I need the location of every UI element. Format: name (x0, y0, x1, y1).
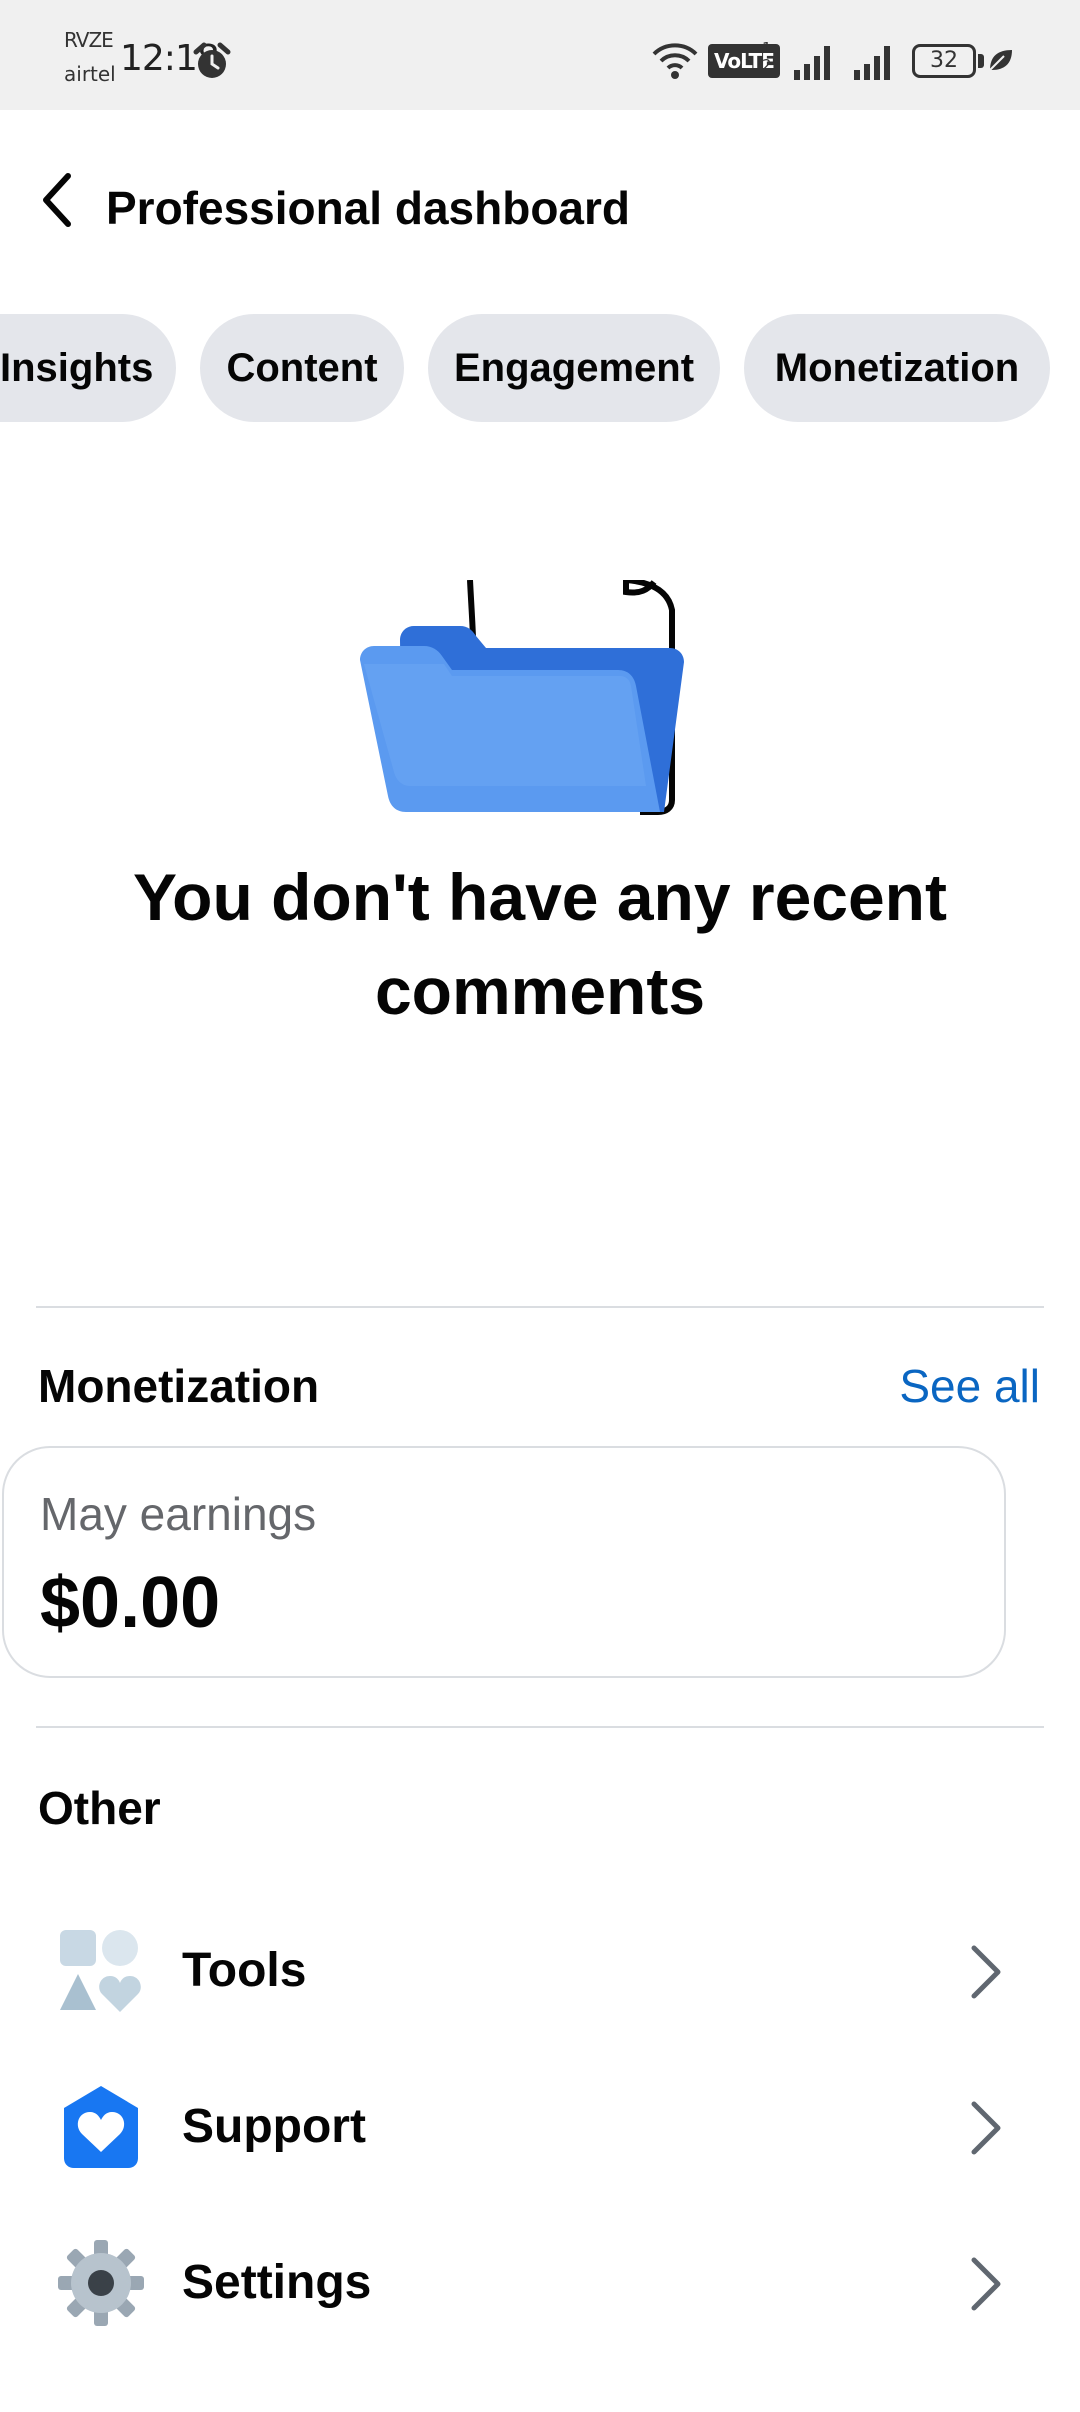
other-section-title: Other (38, 1782, 161, 1834)
signal-icon (854, 46, 890, 80)
wifi-icon (652, 43, 698, 79)
sim-indicator: 1 2 (762, 40, 772, 74)
list-item-settings[interactable]: Settings (0, 2208, 1080, 2348)
tab-insights[interactable]: Insights (0, 314, 176, 422)
leaf-icon (989, 50, 1012, 71)
chevron-right-icon (971, 1945, 1001, 1999)
see-all-link[interactable]: See all (899, 1356, 1040, 1416)
list-item-label: Settings (182, 2256, 372, 2309)
battery-icon: 32 (912, 44, 976, 78)
back-button[interactable] (30, 160, 86, 240)
folder-illustration (360, 580, 684, 815)
signal-icon (794, 46, 830, 80)
tab-engagement[interactable]: Engagement (428, 314, 720, 422)
support-heart-icon (64, 2086, 138, 2168)
section-divider (36, 1306, 1044, 1308)
tab-monetization[interactable]: Monetization (744, 314, 1050, 422)
monetization-section-title: Monetization (38, 1360, 320, 1412)
sim-top-label: 1 (762, 39, 772, 57)
tab-content[interactable]: Content (200, 314, 404, 422)
tab-bar: Insights Content Engagement Monetization (0, 314, 1080, 422)
section-divider (36, 1726, 1044, 1728)
list-item-label: Support (182, 2100, 366, 2153)
carrier-label: RVZE airtel (64, 30, 120, 84)
chevron-right-icon (971, 2101, 1001, 2155)
chevron-left-icon (43, 173, 71, 227)
battery-tip (978, 54, 984, 68)
page-title: Professional dashboard (106, 182, 631, 234)
sim-bottom-label: 2 (762, 56, 772, 74)
earnings-label: May earnings (40, 1488, 317, 1540)
carrier-top: RVZE (64, 28, 114, 52)
carrier-bottom: airtel (64, 62, 116, 86)
chevron-right-icon (971, 2257, 1001, 2311)
status-bar: RVZE airtel 12:18 VoLTE 1 2 32 (0, 0, 1080, 110)
earnings-value: $0.00 (40, 1563, 221, 1643)
tools-icon (60, 1930, 141, 2012)
earnings-card[interactable]: May earnings $0.00 (2, 1446, 1006, 1678)
empty-state-message: You don't have any recent comments (133, 860, 947, 1028)
alarm-icon (193, 42, 231, 78)
list-item-label: Tools (182, 1944, 307, 1997)
list-item-tools[interactable]: Tools (0, 1896, 1080, 2036)
header: Professional dashboard (0, 110, 1080, 280)
list-item-support[interactable]: Support (0, 2052, 1080, 2192)
gear-icon (58, 2240, 144, 2326)
